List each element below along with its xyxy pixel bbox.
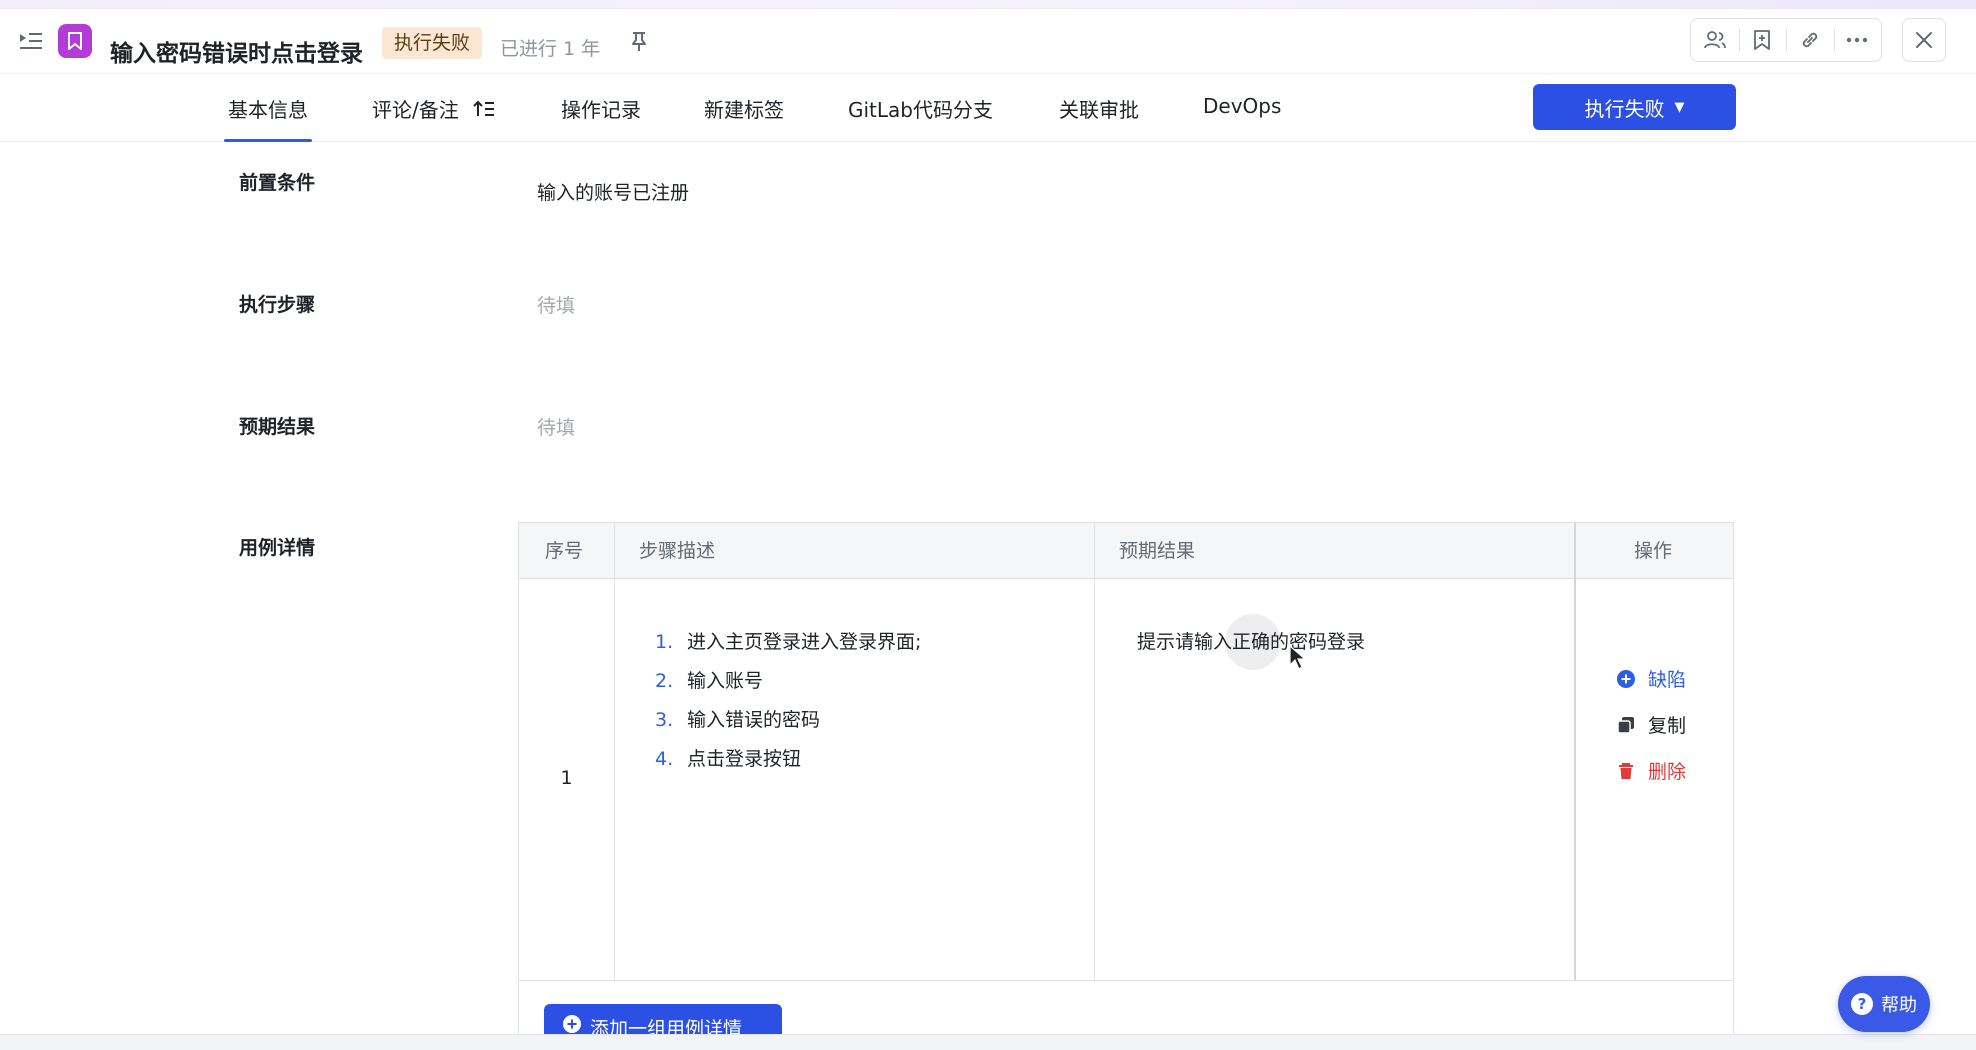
tab-approval[interactable]: 关联审批 <box>1059 94 1139 142</box>
copy-button[interactable]: 复制 <box>1616 711 1686 738</box>
precondition-value[interactable]: 输入的账号已注册 <box>537 178 689 205</box>
header-actions: 操作 <box>1634 540 1673 562</box>
members-icon[interactable] <box>1691 19 1739 61</box>
expected-value[interactable]: 待填 <box>537 413 575 440</box>
tab-devops[interactable]: DevOps <box>1203 94 1281 142</box>
table-header: 序号 步骤描述 预期结果 操作 <box>519 523 1733 579</box>
column-divider <box>1574 523 1576 980</box>
step-text: 输入账号 <box>687 670 764 692</box>
header-seq: 序号 <box>545 540 584 562</box>
page-title: 输入密码错误时点击登录 <box>110 41 363 67</box>
add-defect-button[interactable]: 缺陷 <box>1616 665 1686 692</box>
column-divider <box>614 523 615 980</box>
add-bookmark-icon[interactable] <box>1738 19 1787 61</box>
sort-icon[interactable] <box>473 99 495 124</box>
copy-label: 复制 <box>1648 715 1687 737</box>
caret-down-icon: ▼ <box>1674 99 1685 115</box>
details-label: 用例详情 <box>239 537 316 559</box>
status-badge: 执行失败 <box>382 27 483 59</box>
header-expected: 预期结果 <box>1119 540 1196 562</box>
list-item: 2. 输入账号 <box>655 662 921 701</box>
bookmark-icon <box>58 24 92 58</box>
step-text: 点击登录按钮 <box>687 748 802 770</box>
toolbar-group <box>1690 18 1882 62</box>
step-text: 进入主页登录进入登录界面; <box>687 631 922 653</box>
elapsed-time: 已进行 1 年 <box>500 38 601 60</box>
steps-label: 执行步骤 <box>239 294 316 316</box>
header-step-desc: 步骤描述 <box>639 540 716 562</box>
close-icon[interactable] <box>1902 18 1946 62</box>
tab-new-label[interactable]: 新建标签 <box>704 94 784 142</box>
step-number: 3. <box>655 709 674 731</box>
mouse-cursor-icon <box>1289 644 1307 671</box>
delete-button[interactable]: 删除 <box>1616 757 1686 784</box>
copy-icon <box>1617 716 1634 734</box>
row-divider <box>519 980 1733 981</box>
tab-comments[interactable]: 评论/备注 <box>372 94 495 142</box>
tab-comments-label: 评论/备注 <box>372 98 459 122</box>
column-divider <box>1094 523 1095 980</box>
bottom-bar <box>0 1034 1976 1050</box>
tab-bar: 基本信息 评论/备注 操作记录 新建标签 GitLab代码分支 关联审批 Dev… <box>0 74 1976 142</box>
pin-icon[interactable] <box>628 30 650 54</box>
trash-icon <box>1619 762 1633 779</box>
question-icon: ? <box>1851 993 1873 1015</box>
row-seq: 1 <box>560 767 573 789</box>
more-icon[interactable] <box>1833 19 1882 61</box>
tab-operation-log[interactable]: 操作记录 <box>561 94 641 142</box>
expected-result-cell[interactable]: 提示请输入正确的密码登录 <box>1137 623 1365 662</box>
precondition-label: 前置条件 <box>239 172 316 194</box>
delete-label: 删除 <box>1648 761 1687 783</box>
status-dropdown-button[interactable]: 执行失败 ▼ <box>1533 84 1736 130</box>
list-item: 3. 输入错误的密码 <box>655 701 921 740</box>
add-defect-label: 缺陷 <box>1648 669 1687 691</box>
status-dropdown-label: 执行失败 <box>1584 96 1665 121</box>
sidebar-toggle-icon[interactable] <box>18 30 44 52</box>
step-number: 1. <box>655 631 674 653</box>
tab-gitlab-branch[interactable]: GitLab代码分支 <box>848 94 993 142</box>
plus-circle-icon <box>1617 669 1635 688</box>
step-number: 4. <box>655 748 674 770</box>
list-item: 4. 点击登录按钮 <box>655 740 921 779</box>
step-list[interactable]: 1. 进入主页登录进入登录界面; 2. 输入账号 3. 输入错误的密码 4. 点击登录按… <box>655 623 921 779</box>
help-label: 帮助 <box>1881 995 1917 1016</box>
help-button[interactable]: ? 帮助 <box>1838 976 1930 1032</box>
expected-label: 预期结果 <box>239 416 316 438</box>
steps-value[interactable]: 待填 <box>537 291 575 318</box>
step-text: 输入错误的密码 <box>687 709 821 731</box>
tab-basic-info[interactable]: 基本信息 <box>224 94 312 142</box>
step-number: 2. <box>655 670 674 692</box>
link-icon[interactable] <box>1786 19 1834 61</box>
list-item: 1. 进入主页登录进入登录界面; <box>655 623 921 662</box>
case-details-table: 序号 步骤描述 预期结果 操作 1 1. 进入主页登录进入登录界面; 2. 输入账号… <box>518 522 1734 1042</box>
header-bar: 输入密码错误时点击登录 执行失败 已进行 1 年 <box>0 10 1976 74</box>
